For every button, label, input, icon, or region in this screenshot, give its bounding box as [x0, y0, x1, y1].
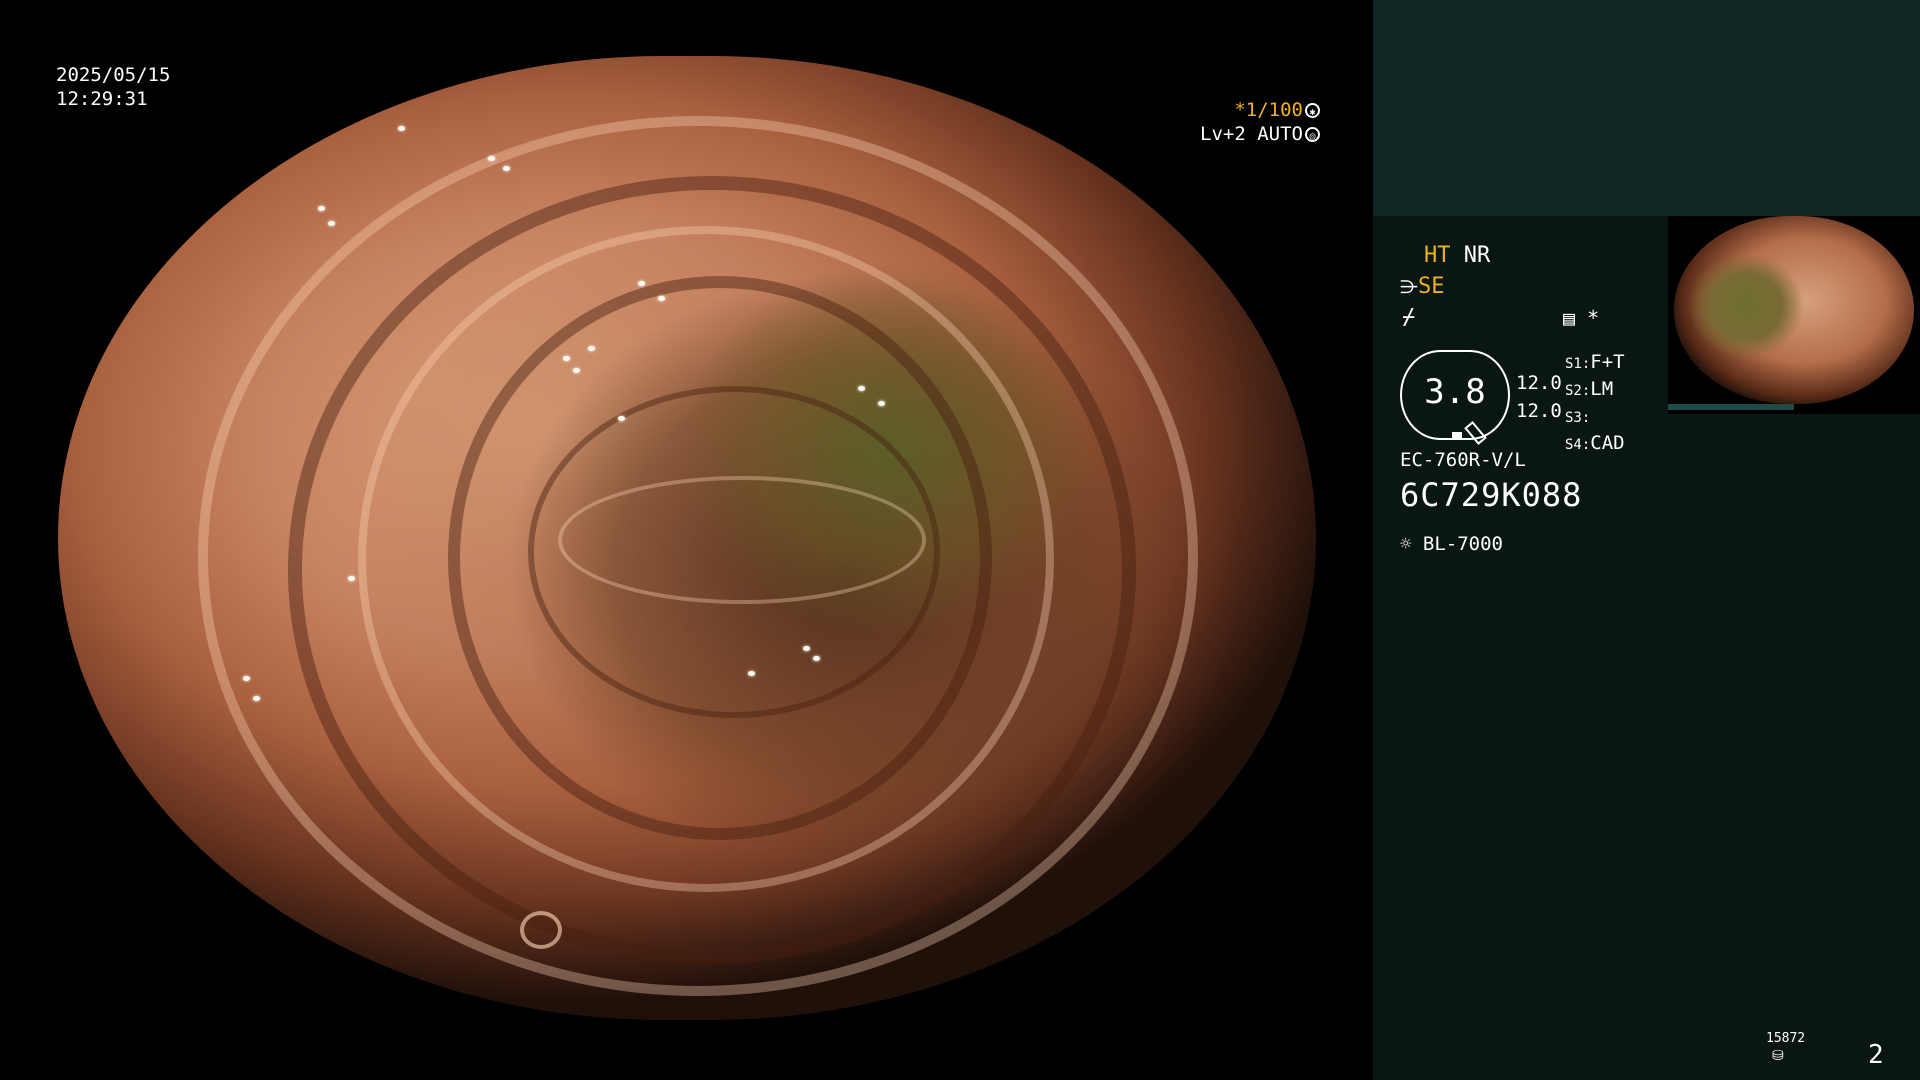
- date-text: 2025/05/15: [56, 64, 171, 86]
- se-indicator: SE: [1418, 274, 1445, 299]
- specular-highlight: [563, 356, 570, 361]
- endoscope-display: 2025/05/15 12:29:31 *1/100 ✱ Lv+2 AUTO ◎: [0, 0, 1373, 1080]
- nr-indicator: NR: [1463, 243, 1491, 268]
- scope-model: EC-760R-V/L: [1400, 449, 1526, 471]
- structure-row: ⋺SE: [1400, 274, 1445, 299]
- specular-highlight: [748, 671, 755, 676]
- time-text: 12:29:31: [56, 88, 148, 110]
- specular-highlight: [503, 166, 510, 171]
- ht-indicator: HT: [1424, 243, 1451, 268]
- specular-highlight: [588, 346, 595, 351]
- specular-highlight: [573, 368, 580, 373]
- zoom-indicator: 3.8: [1400, 350, 1510, 445]
- specular-highlight: [658, 296, 665, 301]
- shutter-value: *1/100: [1234, 99, 1303, 121]
- zoom-marker-icon: [1452, 432, 1462, 439]
- scope-serial: 6C729K088: [1400, 476, 1583, 514]
- inner-fold: [558, 476, 926, 604]
- switch-row: S1:F+T: [1565, 351, 1625, 373]
- thumbnail-bar: [1668, 404, 1794, 410]
- switch-row: S4:CAD: [1565, 432, 1625, 454]
- switch-row: S3:: [1565, 410, 1591, 426]
- light-source-row: ☼ BL-7000: [1400, 533, 1503, 555]
- auto-exposure-icon: ◎: [1305, 127, 1320, 142]
- page-number: 2: [1868, 1040, 1884, 1070]
- zoom-a-value: 12.0: [1516, 372, 1562, 394]
- specular-highlight: [488, 156, 495, 161]
- aperture-icon: ✱: [1305, 103, 1320, 118]
- switch-assignments: S1:F+T S2:LM S3: S4:CAD: [1565, 350, 1625, 458]
- enhancement-row: HT NR: [1424, 243, 1490, 268]
- specular-highlight: [253, 696, 260, 701]
- light-source-text: BL-7000: [1422, 533, 1503, 555]
- specular-highlight: [858, 386, 865, 391]
- switch-row: S2:LM: [1565, 378, 1614, 400]
- record-status-row: ▤ *: [1563, 306, 1599, 330]
- specular-highlight: [803, 646, 810, 651]
- endoscopic-image: [58, 56, 1316, 1020]
- storage-icon: ⛁: [1772, 1048, 1784, 1064]
- panel-header-area: [1373, 0, 1920, 216]
- exposure-mode: AUTO: [1257, 123, 1303, 145]
- timestamp: 2025/05/15 12:29:31: [56, 63, 170, 111]
- structure-icon: ⋺: [1400, 277, 1418, 298]
- zoom-value: 3.8: [1424, 372, 1486, 412]
- image-count: 15872: [1766, 1031, 1806, 1046]
- exposure-level: Lv+2: [1200, 123, 1246, 145]
- specular-highlight: [348, 576, 355, 581]
- thumbnail-preview: [1668, 216, 1920, 414]
- specular-highlight: [318, 206, 325, 211]
- asterisk-icon: *: [1587, 306, 1600, 330]
- color-mode-icon: ⌿: [1402, 305, 1416, 330]
- specular-highlight: [638, 281, 645, 286]
- document-icon: ▤: [1563, 306, 1576, 330]
- specular-highlight: [618, 416, 625, 421]
- shutter-indicator: *1/100 ✱ Lv+2 AUTO ◎: [1190, 98, 1320, 146]
- specular-highlight: [878, 401, 885, 406]
- specular-highlight: [398, 126, 405, 131]
- light-source-icon: ☼: [1400, 533, 1412, 555]
- mucosal-dimple: [520, 911, 562, 949]
- zoom-b-value: 12.0: [1516, 400, 1562, 422]
- specular-highlight: [813, 656, 820, 661]
- specular-highlight: [243, 676, 250, 681]
- specular-highlight: [328, 221, 335, 226]
- thumbnail-image: [1674, 216, 1914, 404]
